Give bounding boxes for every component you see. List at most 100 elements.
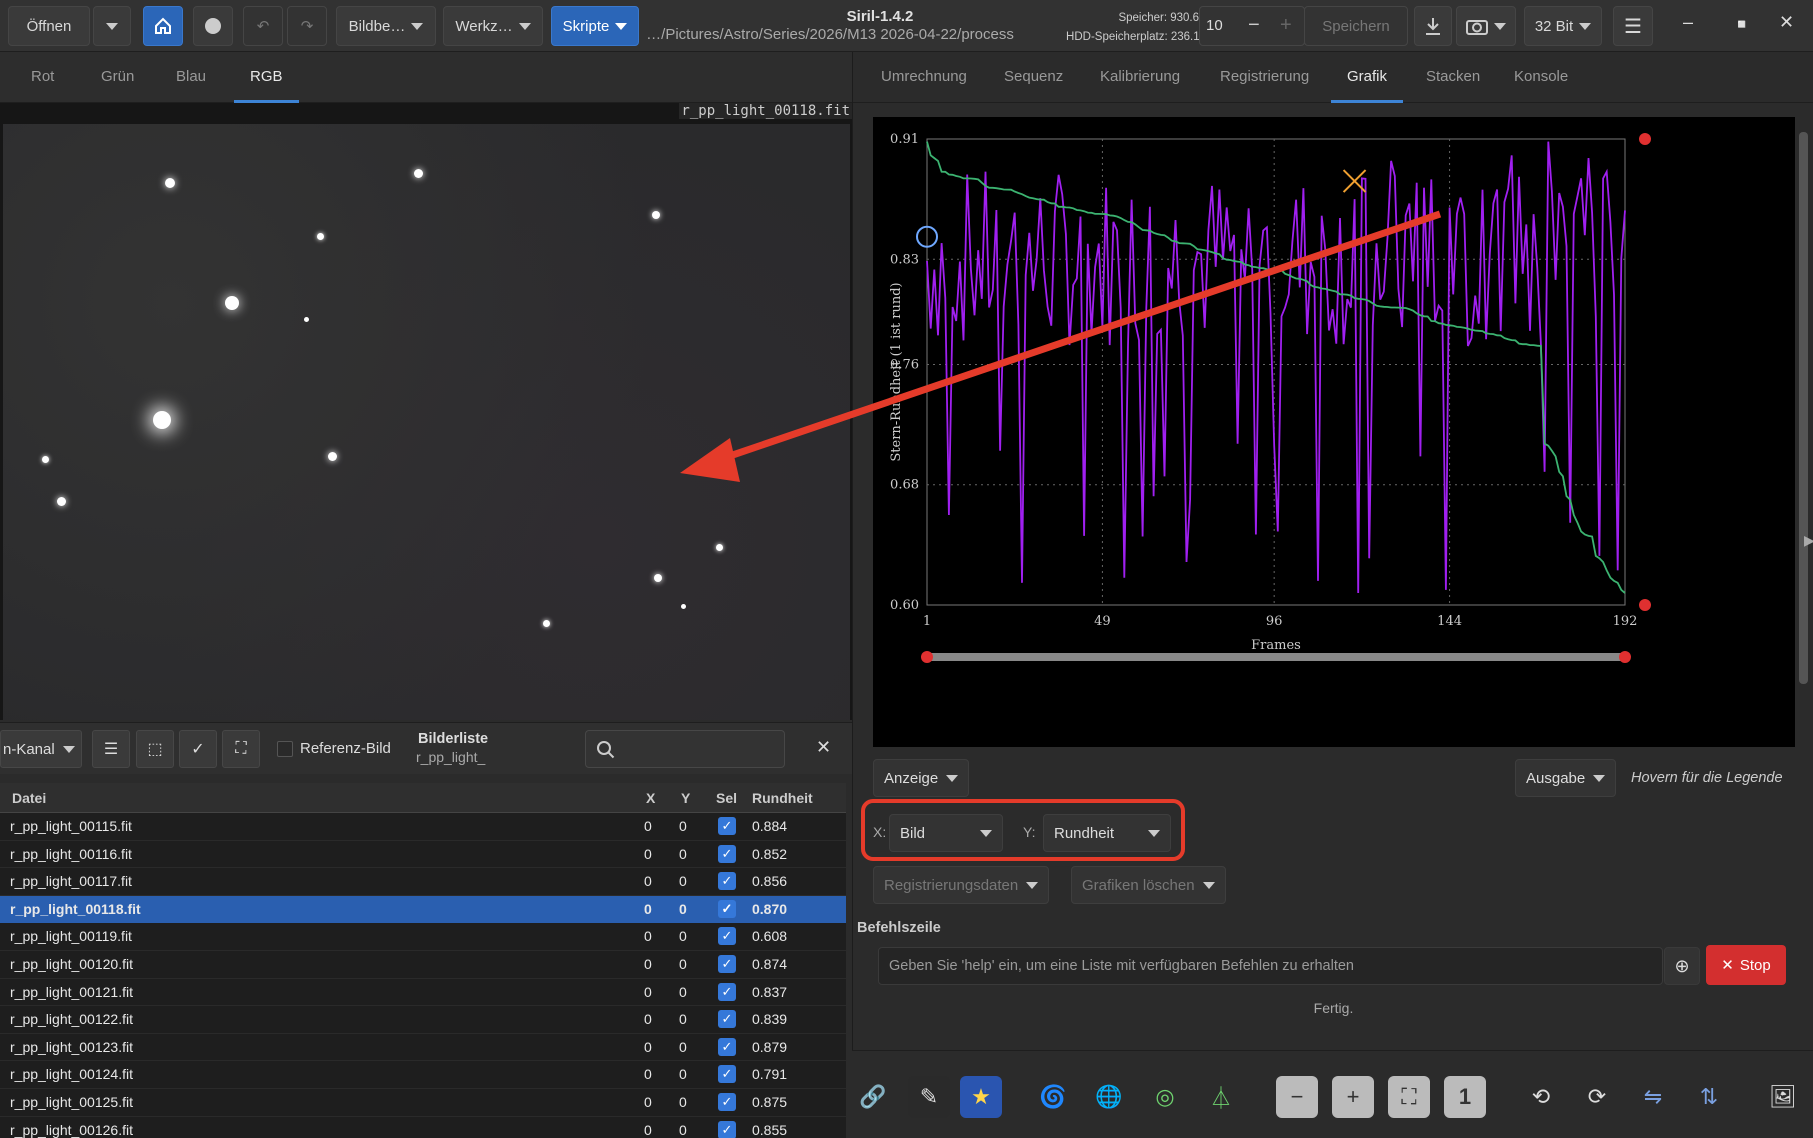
globe-icon[interactable]: 🌐 — [1088, 1076, 1130, 1118]
thread-spinbox[interactable]: 10 − + — [1199, 6, 1305, 46]
disk-space: HDD-Speicherplatz: 236.1 GiB — [1066, 31, 1222, 43]
output-menu-button[interactable]: Ausgabe — [1515, 759, 1617, 797]
save-label: Speichern — [1322, 17, 1390, 35]
select-checkbox[interactable]: ✓ — [718, 982, 736, 1001]
galaxy-icon[interactable]: 🌀 — [1032, 1076, 1074, 1118]
plus-icon[interactable]: + — [1280, 14, 1292, 37]
select-checkbox[interactable]: ✓ — [718, 927, 736, 946]
zoom-fit-icon[interactable]: ⛶ — [1388, 1076, 1430, 1118]
table-row[interactable]: r_pp_light_00119.fit 0 0 ✓ 0.608 — [0, 923, 846, 951]
tab-plot[interactable]: Grafik — [1330, 68, 1404, 103]
select-checkbox[interactable]: ✓ — [718, 955, 736, 973]
image-viewer[interactable]: r_pp_light_00118.fit — [0, 103, 852, 720]
select-checkbox[interactable]: ✓ — [718, 899, 736, 918]
snapshot-button[interactable] — [1456, 6, 1516, 46]
select-checkbox[interactable]: ✓ — [718, 1120, 736, 1138]
tools-menu-button[interactable]: Werkz… — [443, 6, 543, 46]
stop-button[interactable]: ✕ Stop — [1706, 945, 1786, 985]
tab-conversion[interactable]: Umrechnung — [881, 68, 967, 85]
col-sel[interactable]: Sel — [716, 783, 737, 813]
table-row[interactable]: r_pp_light_00121.fit 0 0 ✓ 0.837 — [0, 979, 846, 1007]
tab-stacking[interactable]: Stacken — [1426, 68, 1480, 85]
rotate-right-icon[interactable]: ⟳ — [1576, 1076, 1618, 1118]
tab-registration[interactable]: Registrierung — [1220, 68, 1309, 85]
bit-depth-button[interactable]: 32 Bit — [1524, 6, 1602, 46]
close-window-button[interactable]: ✕ — [1779, 12, 1794, 33]
select-checkbox[interactable]: ✓ — [718, 1010, 736, 1029]
col-y[interactable]: Y — [681, 783, 690, 813]
table-row[interactable]: r_pp_light_00116.fit 0 0 ✓ 0.852 — [0, 841, 846, 869]
undo-button[interactable]: ↶ — [243, 6, 283, 46]
table-row[interactable]: r_pp_light_00117.fit 0 0 ✓ 0.856 — [0, 868, 846, 896]
select-checkbox[interactable]: ✓ — [718, 872, 736, 891]
record-button[interactable] — [193, 6, 233, 46]
check-button[interactable]: ✓ — [179, 730, 217, 768]
image-menu-button[interactable]: Bildbe… — [336, 6, 436, 46]
table-row[interactable]: r_pp_light_00115.fit 0 0 ✓ 0.884 — [0, 813, 846, 841]
minus-icon[interactable]: − — [1248, 14, 1260, 37]
psf-icon[interactable]: ⏃ — [1200, 1076, 1242, 1118]
x-tick-label: 96 — [1266, 614, 1283, 629]
home-button[interactable] — [143, 6, 183, 46]
select-area-button[interactable]: ⬚ — [136, 730, 174, 768]
fullscreen-button[interactable]: ⛶ — [222, 730, 260, 768]
open-dropdown-button[interactable] — [93, 6, 131, 46]
tab-rgb[interactable]: RGB — [234, 68, 298, 103]
zoom-in-icon[interactable]: + — [1332, 1076, 1374, 1118]
table-row[interactable]: r_pp_light_00126.fit 0 0 ✓ 0.855 — [0, 1117, 846, 1138]
mirror-x-icon[interactable]: ⇋ — [1632, 1076, 1674, 1118]
help-button[interactable]: ⊕ — [1664, 947, 1700, 985]
rotate-left-icon[interactable]: ⟲ — [1520, 1076, 1562, 1118]
roundness-plot[interactable]: 1 49 96 144 1920.910.830.760.680.60FramesSte… — [873, 117, 1795, 747]
select-checkbox[interactable]: ✓ — [718, 844, 736, 863]
scripts-menu-button[interactable]: Skripte — [551, 6, 639, 46]
tab-sequence[interactable]: Sequenz — [1004, 68, 1063, 85]
tab-blue[interactable]: Blau — [176, 68, 206, 85]
col-roundness[interactable]: Rundheit — [752, 783, 813, 813]
select-checkbox[interactable]: ✓ — [718, 817, 736, 835]
channel-select[interactable]: n-Kanal — [0, 730, 82, 768]
table-row[interactable]: r_pp_light_00120.fit 0 0 ✓ 0.874 — [0, 951, 846, 979]
y-cell: 0 — [679, 1121, 687, 1138]
table-row[interactable]: r_pp_light_00124.fit 0 0 ✓ 0.791 — [0, 1061, 846, 1089]
save-as-button[interactable] — [1414, 6, 1452, 46]
maximize-button[interactable]: ◽ — [1733, 16, 1750, 33]
minimize-button[interactable]: – — [1683, 12, 1693, 33]
col-file[interactable]: Datei — [12, 783, 46, 813]
close-list-icon[interactable]: ✕ — [816, 737, 831, 758]
tab-green[interactable]: Grün — [101, 68, 134, 85]
star-icon[interactable]: ★ — [960, 1076, 1002, 1118]
list-view-button[interactable]: ☰ — [92, 730, 130, 768]
command-input[interactable]: Geben Sie 'help' ein, um eine Liste mit … — [878, 947, 1663, 985]
table-row[interactable]: r_pp_light_00125.fit 0 0 ✓ 0.875 — [0, 1089, 846, 1117]
tab-calibration[interactable]: Kalibrierung — [1100, 68, 1180, 85]
circle-icon — [205, 18, 221, 34]
tool-icon[interactable]: ✎ — [908, 1076, 950, 1118]
tab-console[interactable]: Konsole — [1514, 68, 1568, 85]
clear-plots-button[interactable]: Grafiken löschen — [1071, 866, 1226, 904]
search-input[interactable] — [585, 730, 785, 768]
select-checkbox[interactable]: ✓ — [718, 1065, 736, 1084]
table-row[interactable]: r_pp_light_00122.fit 0 0 ✓ 0.839 — [0, 1006, 846, 1034]
redo-button[interactable]: ↷ — [287, 6, 327, 46]
tab-red[interactable]: Rot — [31, 68, 54, 85]
mirror-y-icon[interactable]: ⇅ — [1688, 1076, 1730, 1118]
save-button[interactable]: Speichern — [1304, 6, 1408, 46]
target-icon[interactable]: ◎ — [1144, 1076, 1186, 1118]
plot-scrollbar[interactable] — [1799, 132, 1808, 684]
gallery-icon[interactable]: 🖼 — [1762, 1076, 1804, 1118]
zoom-one-icon[interactable]: 1 — [1444, 1076, 1486, 1118]
expand-panel-icon[interactable]: ▶ — [1804, 532, 1813, 549]
zoom-out-icon[interactable]: − — [1276, 1076, 1318, 1118]
main-menu-button[interactable]: ☰ — [1613, 6, 1653, 46]
display-menu-button[interactable]: Anzeige — [873, 759, 970, 797]
registration-data-button[interactable]: Registrierungsdaten — [873, 866, 1050, 904]
select-checkbox[interactable]: ✓ — [718, 1037, 736, 1056]
col-x[interactable]: X — [646, 783, 655, 813]
table-row[interactable]: r_pp_light_00118.fit 0 0 ✓ 0.870 — [0, 895, 846, 924]
table-row[interactable]: r_pp_light_00123.fit 0 0 ✓ 0.879 — [0, 1034, 846, 1062]
select-checkbox[interactable]: ✓ — [718, 1093, 736, 1111]
open-button[interactable]: Öffnen — [8, 6, 90, 46]
link-icon[interactable]: 🔗 — [852, 1076, 894, 1118]
reference-checkbox[interactable] — [277, 741, 293, 757]
